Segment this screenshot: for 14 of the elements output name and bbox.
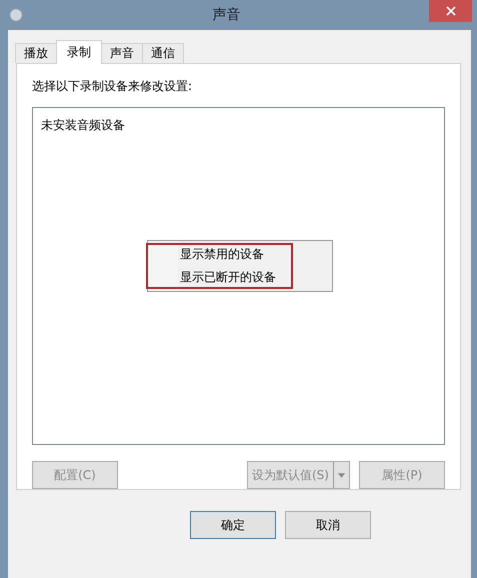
close-button[interactable] xyxy=(429,0,472,22)
empty-message: 未安装音频设备 xyxy=(41,118,125,132)
tab[interactable]: 播放 xyxy=(15,43,57,63)
instruction-text: 选择以下录制设备来修改设置: xyxy=(32,78,194,95)
menu-item[interactable]: 显示禁用的设备 xyxy=(148,243,332,266)
close-icon xyxy=(446,6,456,16)
speaker-icon xyxy=(8,7,24,23)
window-title: 声音 xyxy=(212,6,242,24)
dialog-button[interactable]: 确定 xyxy=(190,511,276,539)
tab[interactable]: 声音 xyxy=(101,43,143,63)
dialog-button[interactable]: 取消 xyxy=(285,511,371,539)
tab[interactable]: 录制 xyxy=(56,40,102,64)
tab[interactable]: 通信 xyxy=(142,43,184,63)
menu-item[interactable]: 显示已断开的设备 xyxy=(148,266,332,289)
